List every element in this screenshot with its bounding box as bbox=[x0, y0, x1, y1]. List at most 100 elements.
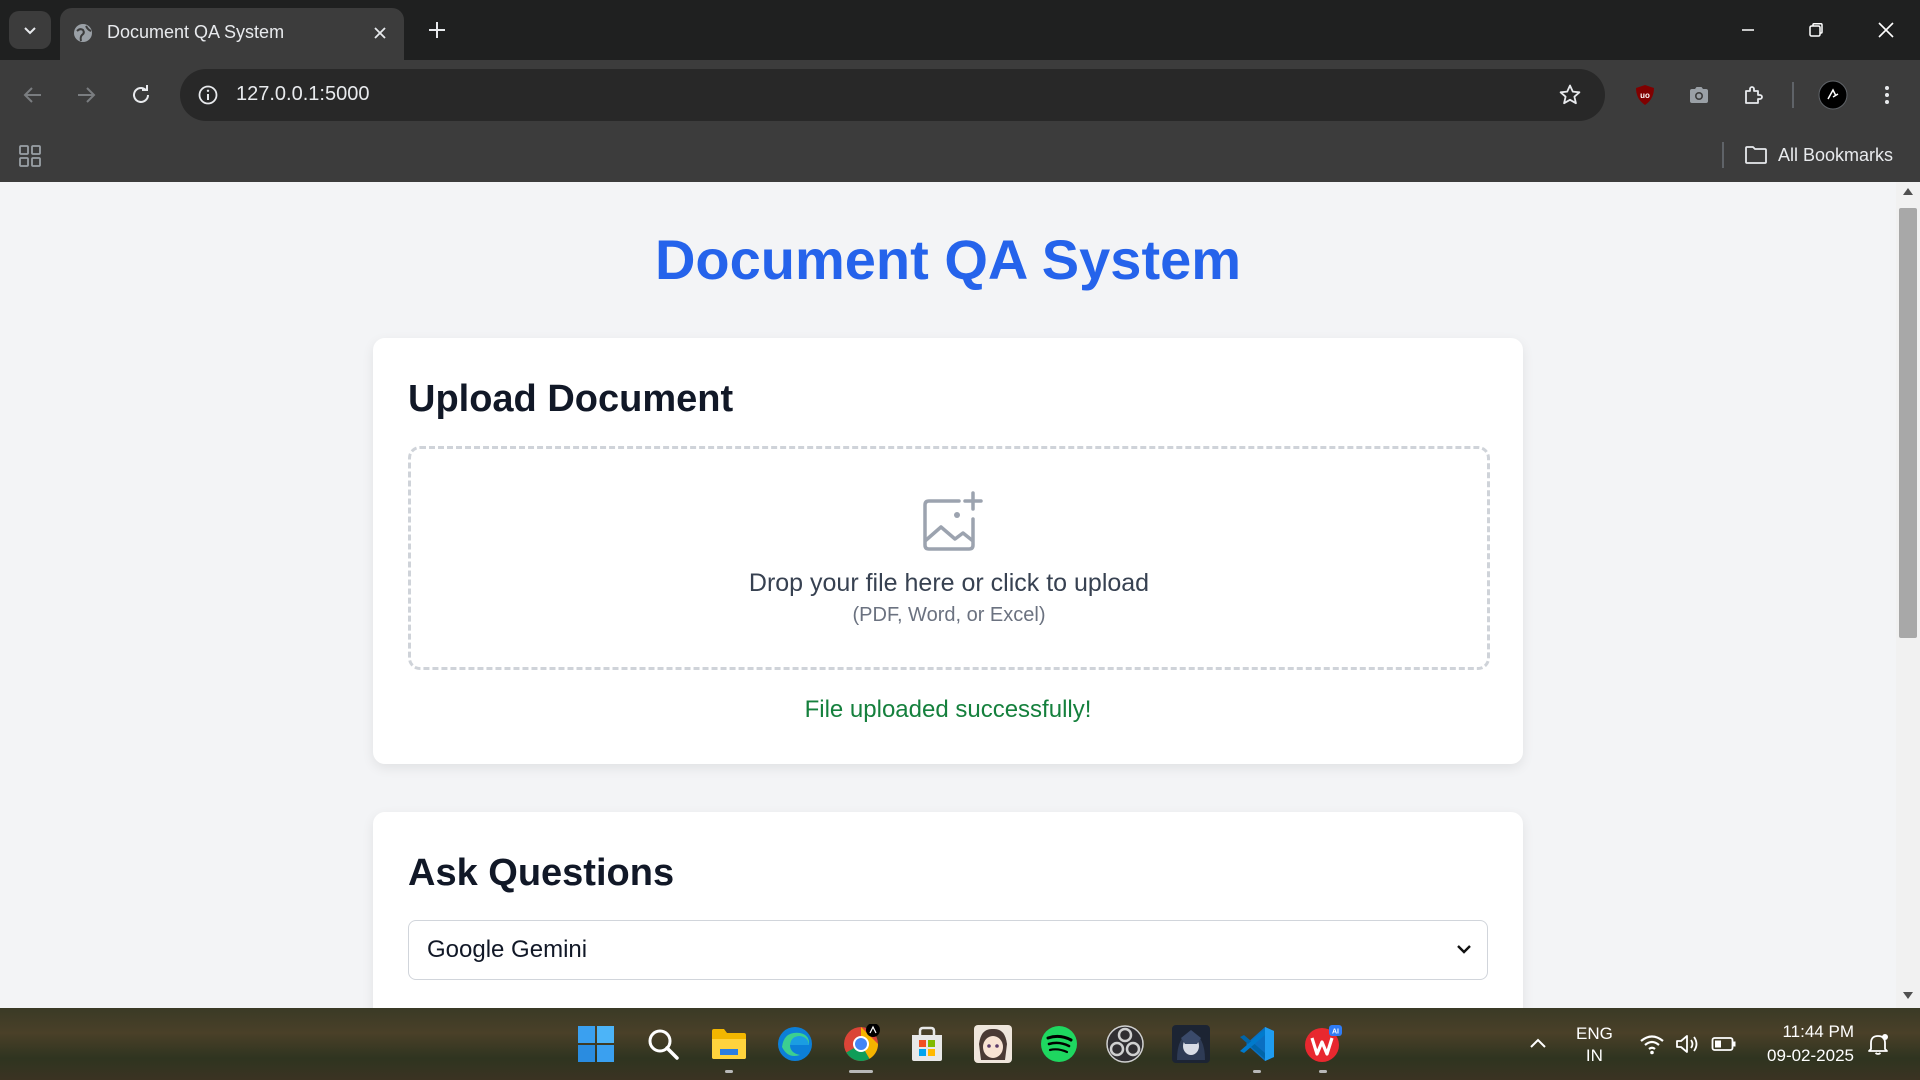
browser-tab-active[interactable]: Document QA System bbox=[60, 8, 404, 60]
tab-title: Document QA System bbox=[107, 22, 285, 42]
all-bookmarks-button[interactable]: All Bookmarks bbox=[1744, 137, 1893, 173]
dropzone-text: Drop your file here or click to upload bbox=[748, 569, 1150, 597]
scroll-thumb[interactable] bbox=[1899, 208, 1917, 638]
ublock-shield-icon: uo bbox=[1636, 85, 1654, 105]
tab-search-button[interactable] bbox=[9, 11, 51, 49]
chrome-icon bbox=[844, 1024, 880, 1061]
folder-icon bbox=[712, 1029, 746, 1059]
upload-heading: Upload Document bbox=[408, 378, 734, 420]
minimize-button[interactable] bbox=[1720, 8, 1776, 52]
running-indicator bbox=[1253, 1070, 1261, 1073]
profile-button[interactable] bbox=[1814, 76, 1852, 114]
store-icon bbox=[912, 1026, 942, 1061]
apps-button[interactable] bbox=[14, 140, 46, 172]
all-bookmarks-label: All Bookmarks bbox=[1778, 144, 1894, 165]
taskbar-search-button[interactable] bbox=[640, 1021, 686, 1067]
wifi-status[interactable] bbox=[1638, 1030, 1666, 1058]
language-code: ENG bbox=[1576, 1024, 1613, 1043]
camera-icon bbox=[1690, 87, 1708, 103]
add-image-icon bbox=[923, 491, 983, 551]
back-button[interactable] bbox=[14, 76, 52, 114]
upload-status-message: File uploaded successfully! bbox=[804, 696, 1092, 723]
spotify-app[interactable] bbox=[1036, 1021, 1082, 1067]
battery-status[interactable] bbox=[1710, 1030, 1738, 1058]
volume-status[interactable] bbox=[1674, 1030, 1702, 1058]
wps-office-app[interactable]: AI bbox=[1300, 1021, 1346, 1073]
running-indicator bbox=[849, 1070, 873, 1073]
obs-icon bbox=[1106, 1025, 1144, 1063]
anime-character-icon bbox=[974, 1025, 1012, 1063]
globe-icon bbox=[74, 24, 92, 42]
ublock-extension-button[interactable]: uo bbox=[1626, 76, 1664, 114]
scroll-down-arrow[interactable] bbox=[1903, 992, 1913, 999]
chevron-down-icon bbox=[24, 27, 36, 35]
windows-start-button[interactable] bbox=[573, 1021, 619, 1067]
tab-close-button[interactable] bbox=[368, 21, 392, 45]
chevron-down-icon bbox=[1457, 945, 1471, 954]
svg-text:uo: uo bbox=[1640, 91, 1650, 100]
restore-icon bbox=[1809, 23, 1823, 37]
site-info-button[interactable] bbox=[192, 79, 224, 111]
taskbar: AI ENG IN 11:44 PM 09-02-2025 bbox=[0, 1008, 1920, 1080]
edge-icon bbox=[778, 1027, 812, 1061]
game-app[interactable] bbox=[1168, 1021, 1214, 1067]
dropzone-filetypes: (PDF, Word, or Excel) bbox=[852, 604, 1046, 626]
anime-app[interactable] bbox=[970, 1021, 1016, 1067]
clock-date: 09-02-2025 bbox=[1767, 1046, 1854, 1065]
speaker-icon bbox=[1676, 1035, 1698, 1053]
extensions-button[interactable] bbox=[1735, 76, 1773, 114]
model-select[interactable]: Google Gemini bbox=[408, 920, 1488, 980]
search-icon bbox=[648, 1029, 679, 1060]
star-icon bbox=[1559, 84, 1581, 105]
edge-app[interactable] bbox=[772, 1021, 818, 1067]
address-bar[interactable]: 127.0.0.1:5000 bbox=[180, 69, 1605, 121]
upload-card: Upload Document Drop your file here or c… bbox=[373, 338, 1523, 764]
forward-button[interactable] bbox=[67, 76, 105, 114]
wps-office-icon: AI bbox=[1305, 1025, 1342, 1062]
windows-logo-icon bbox=[578, 1026, 614, 1062]
minimize-icon bbox=[1742, 29, 1754, 31]
close-window-button[interactable] bbox=[1858, 8, 1914, 52]
reload-icon bbox=[133, 85, 149, 103]
bookmarks-bar: All Bookmarks bbox=[0, 130, 1920, 182]
browser-menu-button[interactable] bbox=[1868, 76, 1906, 114]
svg-text:AI: AI bbox=[1332, 1029, 1339, 1036]
file-explorer-app[interactable] bbox=[706, 1021, 752, 1073]
microsoft-store-app[interactable] bbox=[904, 1021, 950, 1067]
file-dropzone[interactable]: Drop your file here or click to upload (… bbox=[408, 446, 1490, 670]
clock-time: 11:44 PM bbox=[1782, 1022, 1854, 1041]
qa-heading: Ask Questions bbox=[408, 852, 675, 894]
info-icon bbox=[198, 85, 218, 105]
bookmark-star-button[interactable] bbox=[1554, 79, 1586, 111]
model-select-value: Google Gemini bbox=[427, 936, 588, 963]
url-text[interactable]: 127.0.0.1:5000 bbox=[236, 83, 369, 106]
obs-app[interactable] bbox=[1102, 1021, 1148, 1067]
chevron-up-icon bbox=[1530, 1038, 1546, 1048]
spotify-icon bbox=[1041, 1026, 1077, 1062]
close-icon bbox=[374, 27, 386, 39]
page-viewport: Document QA System Upload Document Drop … bbox=[0, 182, 1896, 1008]
running-indicator bbox=[1319, 1070, 1327, 1073]
region-code: IN bbox=[1585, 1046, 1603, 1065]
puzzle-icon bbox=[1745, 86, 1763, 104]
folder-icon bbox=[1745, 146, 1767, 164]
notifications-button[interactable] bbox=[1864, 1030, 1892, 1058]
plus-icon bbox=[429, 22, 445, 38]
reload-button[interactable] bbox=[122, 76, 160, 114]
scroll-up-arrow[interactable] bbox=[1903, 188, 1913, 195]
input-language-indicator[interactable]: ENG IN bbox=[1576, 1023, 1613, 1067]
screenshot-extension-button[interactable] bbox=[1680, 76, 1718, 114]
system-clock[interactable]: 11:44 PM 09-02-2025 bbox=[1750, 1020, 1854, 1068]
page-scrollbar[interactable] bbox=[1896, 182, 1920, 1008]
browser-toolbar: 127.0.0.1:5000 uo bbox=[0, 60, 1920, 130]
toolbar-separator bbox=[1792, 82, 1794, 108]
chrome-app[interactable] bbox=[838, 1021, 884, 1073]
battery-icon bbox=[1711, 1037, 1736, 1051]
wifi-icon bbox=[1640, 1035, 1664, 1055]
arrow-right-icon bbox=[78, 87, 96, 103]
vs-code-app[interactable] bbox=[1234, 1021, 1280, 1073]
kebab-menu-icon bbox=[1885, 86, 1889, 104]
new-tab-button[interactable] bbox=[421, 14, 453, 46]
restore-button[interactable] bbox=[1788, 8, 1844, 52]
show-hidden-icons-button[interactable] bbox=[1524, 1030, 1552, 1058]
